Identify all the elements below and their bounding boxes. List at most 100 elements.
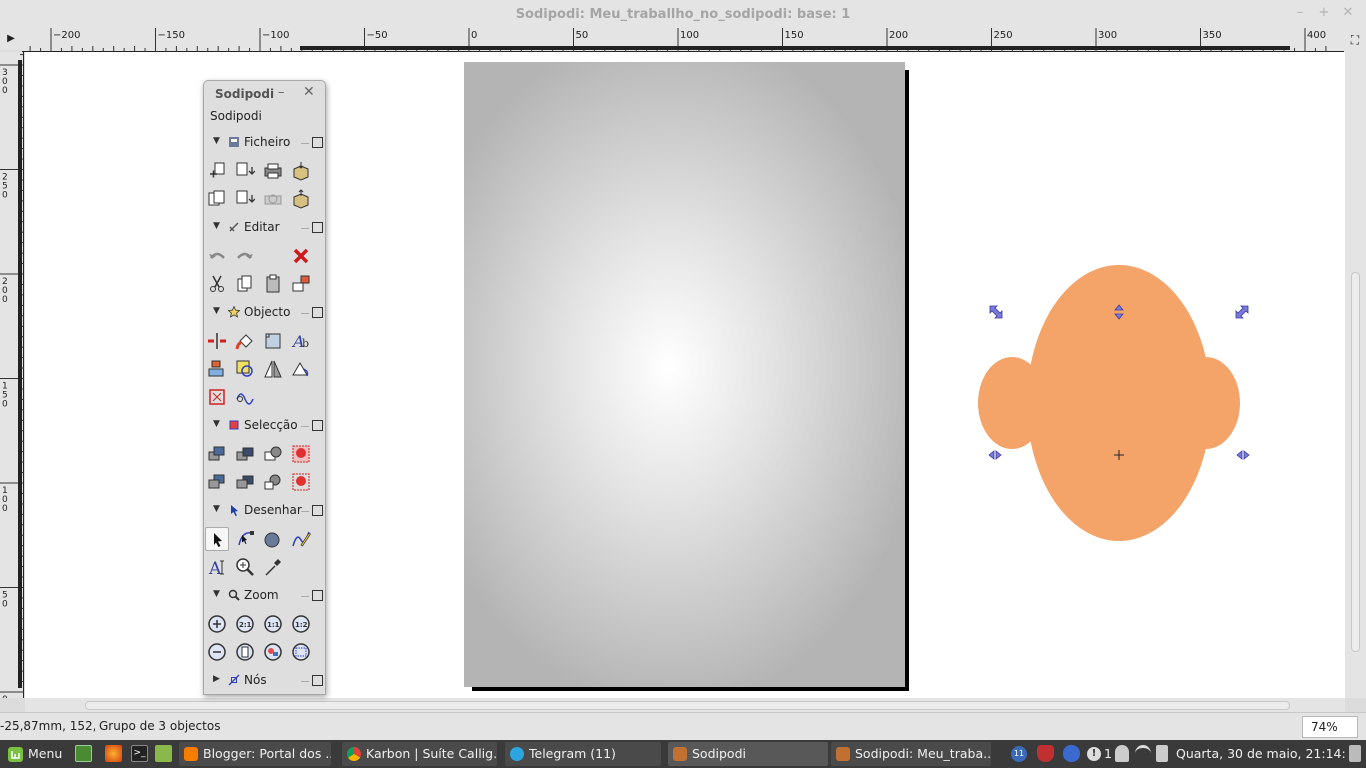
fill-stroke-button[interactable] [233,329,257,353]
user-icon[interactable] [1115,745,1129,762]
select-tool-button[interactable] [205,527,229,551]
expand-down-icon[interactable]: ▼ [213,504,220,514]
combine-button[interactable] [233,385,257,409]
terminal-icon[interactable]: >_ [131,745,148,762]
raise-button[interactable] [233,442,257,466]
update-manager-icon[interactable]: 11 [1010,742,1028,766]
wifi-icon[interactable] [1135,745,1151,762]
detach-section-icon[interactable] [312,590,323,601]
open-document-button[interactable] [233,159,257,183]
section-ficheiro[interactable]: ▼ Ficheiro [213,134,323,152]
expand-down-icon[interactable]: ▼ [213,306,220,316]
taskbar-window-sodipodi[interactable]: Sodipodi [668,742,828,766]
zoom-page-button[interactable] [233,640,257,664]
copy-button[interactable] [233,272,257,296]
zoom-fit-icon[interactable]: ⛶ [1344,28,1366,52]
head-shapes[interactable] [978,265,1240,541]
zoom-2-1-button[interactable]: 2:1 [233,612,257,636]
show-desktop-icon[interactable] [75,745,92,762]
export-button[interactable] [289,187,313,211]
zoom-1-2-button[interactable]: 1:2 [289,612,313,636]
lower-shape-button[interactable] [261,470,285,494]
section-desenhar[interactable]: ▼ Desenhar [213,502,323,520]
print-button[interactable] [261,159,285,183]
taskbar-window-telegram[interactable]: Telegram (11) [505,742,661,766]
lower-button[interactable] [233,470,257,494]
zoom-selection-button[interactable] [289,640,313,664]
expand-right-icon[interactable]: ▶ [213,674,220,684]
to-path-button[interactable] [205,385,229,409]
import-button[interactable] [289,159,313,183]
panel-minimize-icon[interactable]: – [278,85,285,100]
close-icon[interactable]: ✕ [1341,6,1355,20]
section-objecto[interactable]: ▼ Objecto [213,304,323,322]
resize-handle-nw-icon[interactable] [989,305,1003,319]
zoom-tool-button[interactable] [233,555,257,579]
transform-button[interactable] [261,329,285,353]
rotate-button[interactable] [233,357,257,381]
zoom-1-1-button[interactable]: 1:1 [261,612,285,636]
freehand-tool-button[interactable] [289,527,313,551]
volume-icon[interactable] [1349,745,1361,762]
group-button[interactable] [205,357,229,381]
vertical-scroll-thumb[interactable] [1351,272,1360,652]
new-document-button[interactable] [205,159,229,183]
battery-icon[interactable] [1156,745,1168,762]
ruler-toggle-icon[interactable]: ▶ [0,28,22,50]
vertical-ruler[interactable]: 300250200150100500 [0,52,24,698]
bluetooth-icon[interactable] [1063,745,1080,762]
expand-down-icon[interactable]: ▼ [213,419,220,429]
flip-horizontal-button[interactable] [261,357,285,381]
taskbar-window-sodipodi-document[interactable]: Sodipodi: Meu_traba... [831,742,991,766]
detach-section-icon[interactable] [312,675,323,686]
detach-section-icon[interactable] [312,505,323,516]
dropper-tool-button[interactable] [261,555,285,579]
node-edit-tool-button[interactable] [233,527,257,551]
select-all-button[interactable] [289,442,313,466]
delete-button[interactable] [289,244,313,268]
zoom-out-button[interactable] [205,640,229,664]
detach-section-icon[interactable] [312,222,323,233]
save-document-button[interactable] [233,187,257,211]
paste-button[interactable] [261,272,285,296]
undo-button[interactable] [205,244,229,268]
detach-section-icon[interactable] [312,307,323,318]
start-menu-button[interactable]: Menu [4,742,68,766]
notifications-indicator[interactable]: ! 1 [1087,742,1113,766]
section-zoom[interactable]: ▼ Zoom [213,587,323,605]
maximize-icon[interactable]: + [1317,6,1331,20]
zoom-in-button[interactable] [205,612,229,636]
zoom-drawing-button[interactable] [261,640,285,664]
expand-down-icon[interactable]: ▼ [213,589,220,599]
horizontal-scrollbar[interactable] [25,698,1345,712]
lower-to-bottom-button[interactable] [205,470,229,494]
ellipse-tool-button[interactable] [261,527,285,551]
expand-down-icon[interactable]: ▼ [213,221,220,231]
clock[interactable]: Quarta, 30 de maio, 21:14:11 [1176,742,1346,766]
section-seleccao[interactable]: ▼ Selecção [213,417,323,435]
panel-close-icon[interactable]: ✕ [303,84,315,100]
head-group[interactable] [960,247,1260,557]
vertical-scrollbar[interactable] [1345,52,1366,698]
deselect-button[interactable] [289,470,313,494]
taskbar-window-karbon[interactable]: Karbon | Suíte Callig... [342,742,497,766]
taskbar-window-blogger[interactable]: Blogger: Portal dos ... [179,742,331,766]
shield-icon[interactable] [1037,745,1054,762]
raise-to-top-button[interactable] [205,442,229,466]
detach-section-icon[interactable] [312,137,323,148]
resize-handle-e-icon[interactable] [1236,450,1250,460]
resize-handle-ne-icon[interactable] [1235,305,1249,319]
raise-shape-button[interactable] [261,442,285,466]
text-tool-button[interactable]: A [205,555,229,579]
minimize-icon[interactable]: – [1293,6,1307,20]
resize-handle-w-icon[interactable] [988,450,1002,460]
section-editar[interactable]: ▼ Editar [213,219,323,237]
files-folder-icon[interactable] [155,745,172,762]
paste-in-place-button[interactable] [289,272,313,296]
flip-vertical-button[interactable] [289,357,313,381]
zoom-level-field[interactable]: 74% [1302,716,1358,738]
redo-button[interactable] [233,244,257,268]
horizontal-ruler[interactable]: −200 −150 −100 −50 0 50 100 150 200 250 300 350 400 [22,28,1344,52]
align-button[interactable] [205,329,229,353]
firefox-icon[interactable] [105,745,122,762]
